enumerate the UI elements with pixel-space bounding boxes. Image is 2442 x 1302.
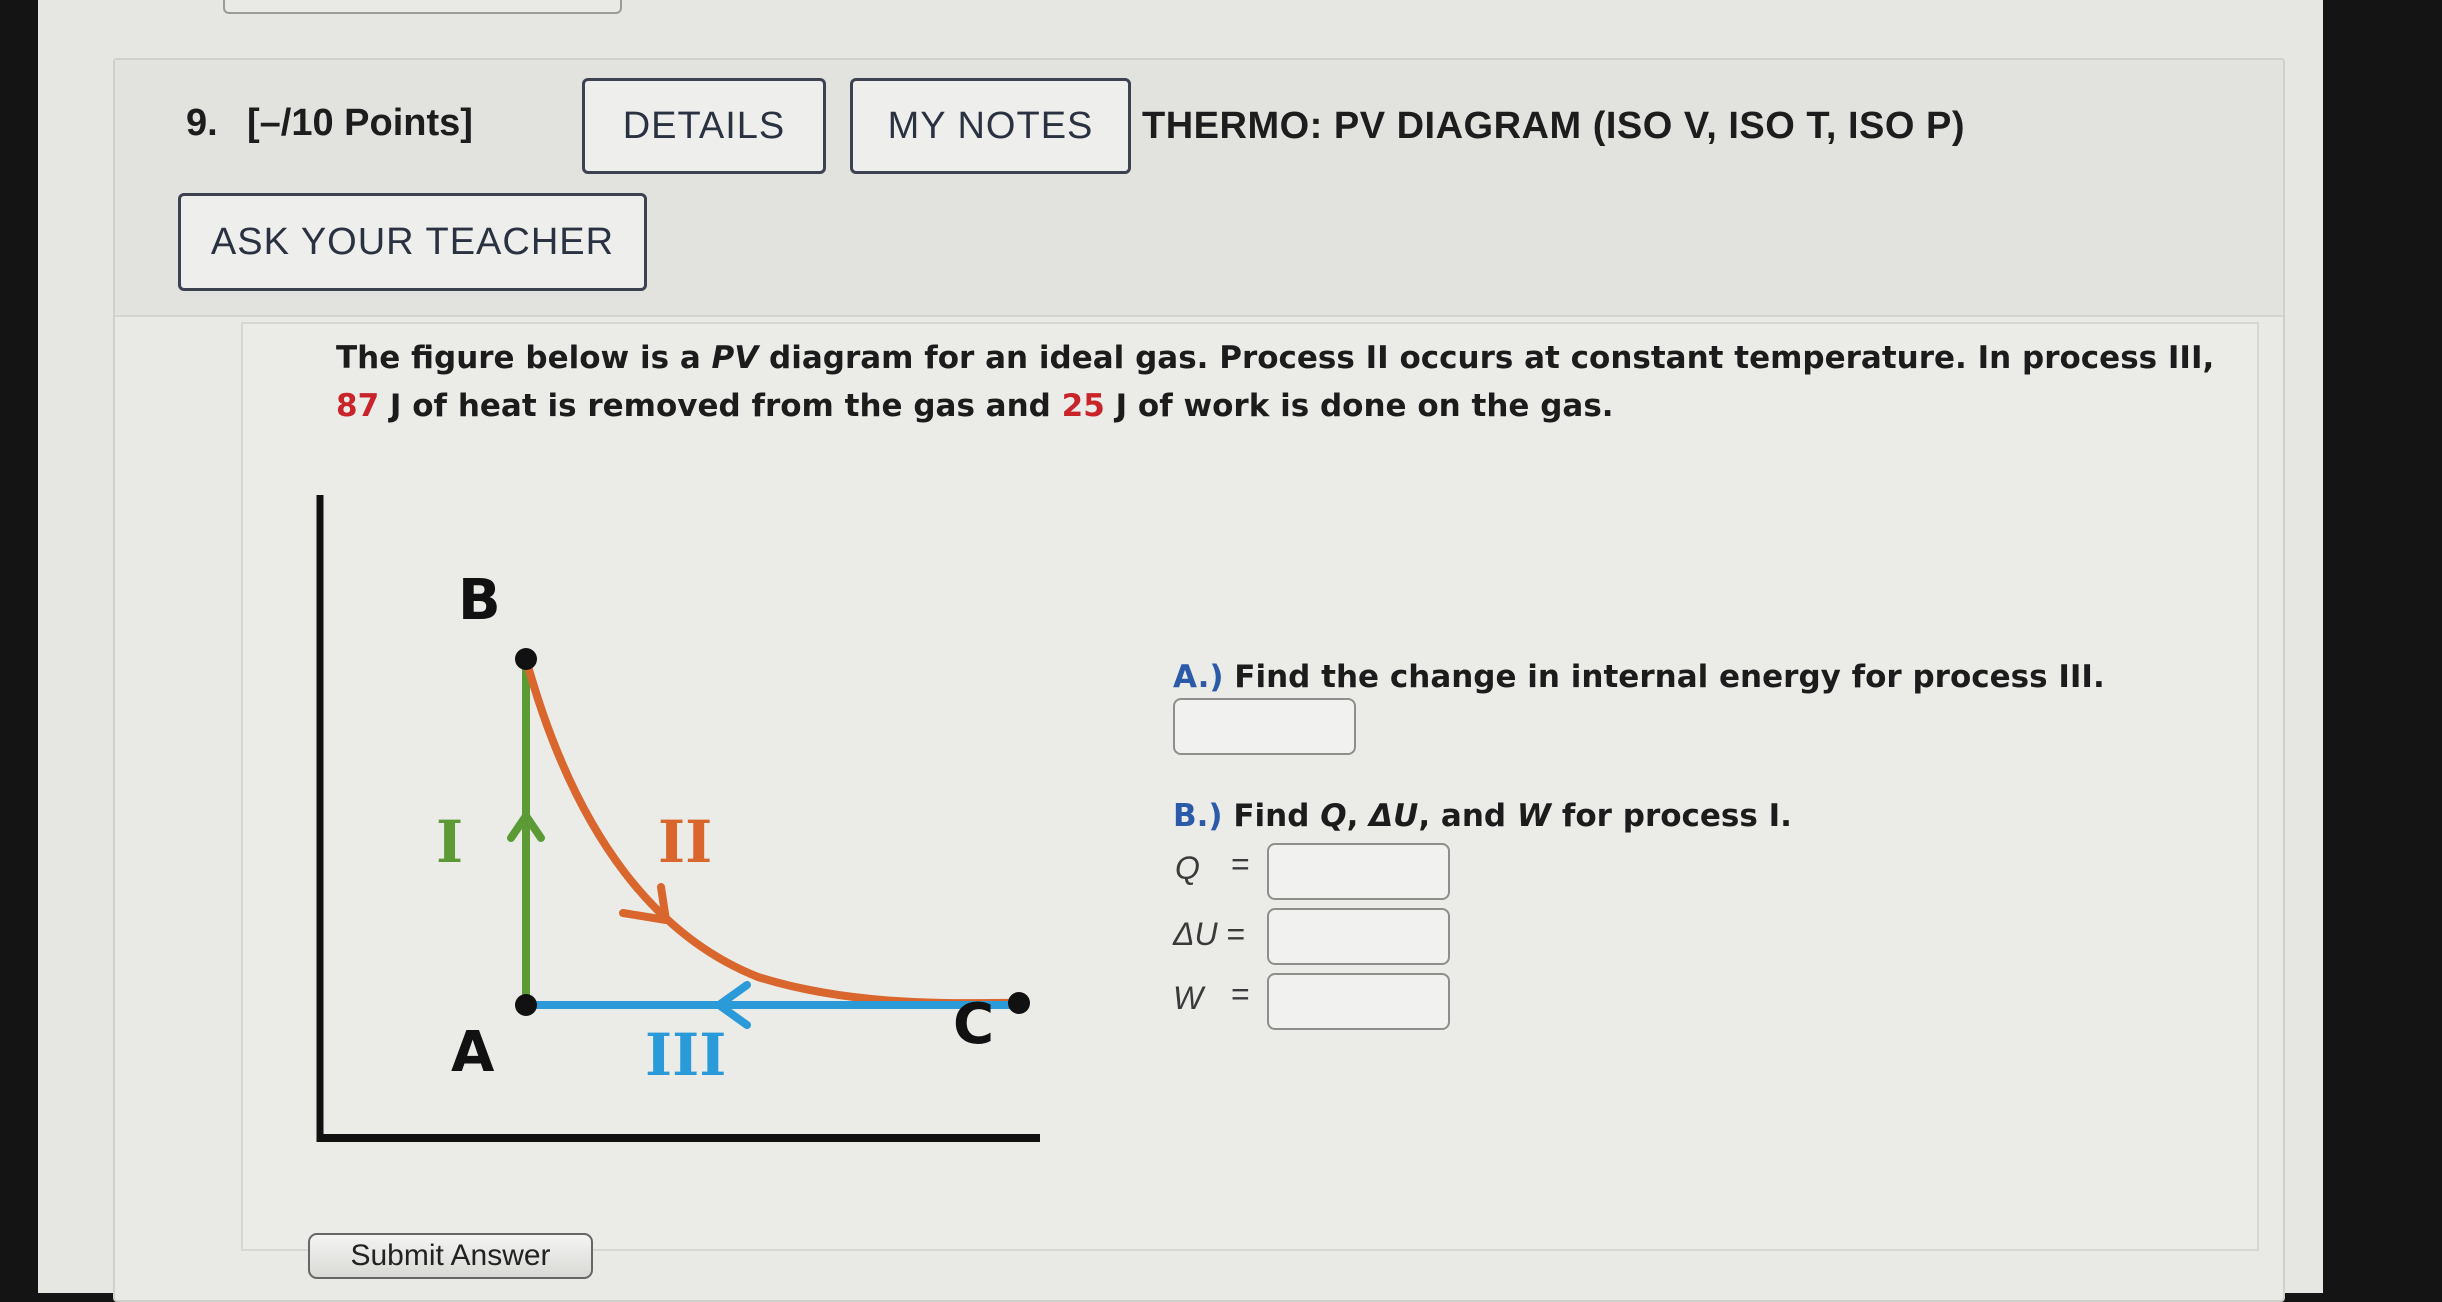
du-label: ΔU = xyxy=(1173,916,1245,953)
question-content: The figure below is a PV diagram for an … xyxy=(241,322,2259,1251)
ask-your-teacher-button[interactable]: ASK YOUR TEACHER xyxy=(178,193,647,291)
part-a-answer-input[interactable] xyxy=(1173,698,1356,755)
w-label: W xyxy=(1173,980,1204,1016)
part-b-text-2: , xyxy=(1346,798,1370,834)
screen: 9. [–/10 Points] DETAILS MY NOTES THERMO… xyxy=(38,0,2323,1302)
point-a-label: A xyxy=(451,1020,495,1085)
part-b-du-symbol: ΔU xyxy=(1369,798,1419,834)
du-label-text: ΔU xyxy=(1173,916,1218,952)
question-title: THERMO: PV DIAGRAM (ISO V, ISO T, ISO P) xyxy=(1142,105,1966,147)
q-label: Q xyxy=(1175,850,1200,886)
point-a-dot xyxy=(515,994,537,1016)
w-answer-input[interactable] xyxy=(1267,973,1450,1030)
process-ii-label: II xyxy=(658,808,712,876)
details-button[interactable]: DETAILS xyxy=(582,78,826,174)
part-b-text-4: for process I. xyxy=(1551,798,1792,834)
pv-diagram: B A C I II III xyxy=(316,495,1040,1142)
submit-answer-button[interactable]: Submit Answer xyxy=(308,1233,593,1279)
part-a-question: A.) Find the change in internal energy f… xyxy=(1173,659,2105,695)
part-a-text: Find the change in internal energy for p… xyxy=(1223,659,2105,695)
q-equals: = xyxy=(1231,846,1250,882)
q-answer-input[interactable] xyxy=(1267,843,1450,900)
part-b-text-3: , and xyxy=(1418,798,1517,834)
previous-panel-edge xyxy=(223,0,622,14)
point-b-label: B xyxy=(458,568,501,633)
process-i-label: I xyxy=(436,808,463,876)
my-notes-button[interactable]: MY NOTES xyxy=(850,78,1131,174)
w-equals: = xyxy=(1231,976,1250,1012)
question-number: 9. xyxy=(186,102,218,144)
process-iii-label: III xyxy=(645,1021,726,1089)
point-c-label: C xyxy=(953,992,994,1057)
part-b-question: B.) Find Q, ΔU, and W for process I. xyxy=(1173,798,1792,834)
part-a-letter: A.) xyxy=(1173,659,1224,695)
point-b-dot xyxy=(515,648,537,670)
part-b-letter: B.) xyxy=(1173,798,1223,834)
process-ii-curve xyxy=(522,655,1023,1008)
du-equals: = xyxy=(1226,916,1246,952)
part-b-q-symbol: Q xyxy=(1320,798,1347,834)
part-b-text-1: Find xyxy=(1222,798,1321,834)
question-points: [–/10 Points] xyxy=(247,102,473,144)
part-b-w-symbol: W xyxy=(1516,798,1552,834)
du-answer-input[interactable] xyxy=(1267,908,1450,965)
question-card: 9. [–/10 Points] DETAILS MY NOTES THERMO… xyxy=(113,58,2285,1302)
point-c-dot xyxy=(1008,992,1030,1014)
question-header: 9. [–/10 Points] DETAILS MY NOTES THERMO… xyxy=(115,60,2283,317)
